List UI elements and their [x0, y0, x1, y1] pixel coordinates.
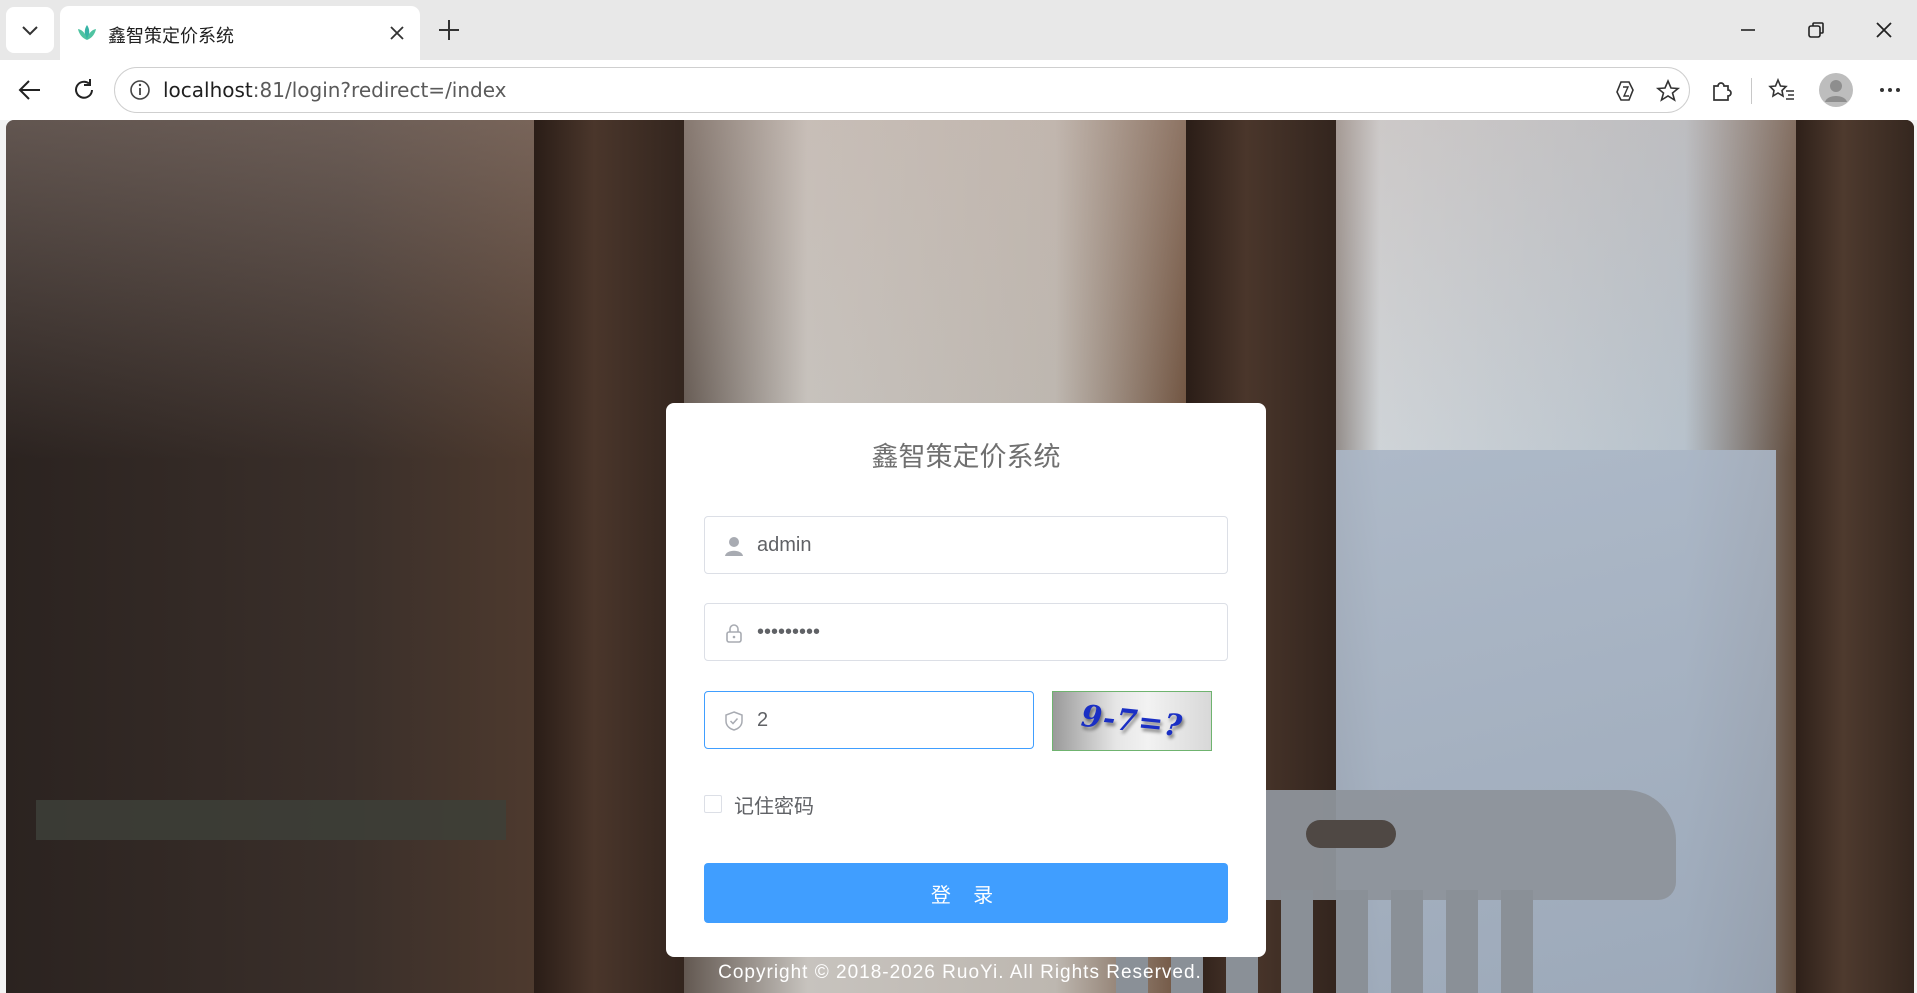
password-field[interactable]	[704, 603, 1228, 661]
lotus-favicon-icon	[78, 25, 96, 40]
remember-checkbox[interactable]	[704, 795, 722, 813]
captcha-image[interactable]: 9-7=?	[1052, 691, 1212, 751]
copilot-icon[interactable]	[1613, 78, 1639, 104]
more-options-icon[interactable]	[1876, 76, 1904, 104]
close-tab-icon[interactable]	[386, 22, 408, 44]
browser-tab[interactable]: 鑫智策定价系统	[60, 6, 420, 60]
login-form: 鑫智策定价系统 9-7=? 记住密码 登 录	[666, 403, 1266, 957]
refresh-icon[interactable]	[70, 76, 98, 104]
favorites-icon[interactable]	[1768, 76, 1796, 104]
background-chair-handle	[1306, 820, 1396, 848]
shield-check-icon	[725, 711, 743, 731]
copyright-footer: Copyright © 2018-2026 RuoYi. All Rights …	[718, 962, 1202, 983]
extensions-icon[interactable]	[1708, 76, 1736, 104]
url-path: :81/login?redirect=/index	[252, 78, 507, 102]
captcha-image-text: 9-7=?	[1079, 698, 1185, 744]
url-text: localhost:81/login?redirect=/index	[163, 78, 507, 102]
tab-title: 鑫智策定价系统	[108, 26, 234, 47]
lock-icon	[726, 624, 742, 643]
minimize-icon[interactable]	[1736, 18, 1760, 42]
restore-icon[interactable]	[1804, 18, 1828, 42]
browser-toolbar: localhost:81/login?redirect=/index	[0, 60, 1917, 120]
login-title: 鑫智策定价系统	[871, 442, 1061, 473]
captcha-input[interactable]	[757, 692, 1023, 748]
user-icon	[725, 537, 743, 556]
url-host: localhost	[163, 78, 253, 102]
chevron-down-icon	[22, 26, 38, 36]
password-input[interactable]	[757, 604, 1217, 660]
favorite-star-icon[interactable]	[1655, 78, 1681, 104]
back-arrow-icon[interactable]	[16, 76, 44, 104]
username-input[interactable]	[757, 517, 1217, 573]
page-viewport: 鑫智策定价系统 9-7=? 记住密码 登 录 Copyright © 2018-…	[6, 120, 1914, 993]
username-field[interactable]	[704, 516, 1228, 574]
close-window-icon[interactable]	[1872, 18, 1896, 42]
browser-tab-strip: 鑫智策定价系统	[0, 0, 1917, 60]
login-button[interactable]: 登 录	[704, 863, 1228, 923]
new-tab-icon[interactable]	[436, 17, 462, 43]
background-window-frame	[534, 120, 684, 993]
remember-password[interactable]: 记住密码	[704, 791, 814, 818]
tab-list-button[interactable]	[6, 7, 54, 53]
address-bar[interactable]: localhost:81/login?redirect=/index	[114, 67, 1690, 113]
profile-avatar-icon[interactable]	[1819, 73, 1853, 107]
background-table	[36, 800, 506, 840]
captcha-field[interactable]	[704, 691, 1034, 749]
toolbar-divider	[1751, 78, 1752, 104]
remember-label: 记住密码	[734, 793, 814, 818]
background-window-frame	[1796, 120, 1914, 993]
site-info-icon[interactable]	[129, 79, 151, 101]
